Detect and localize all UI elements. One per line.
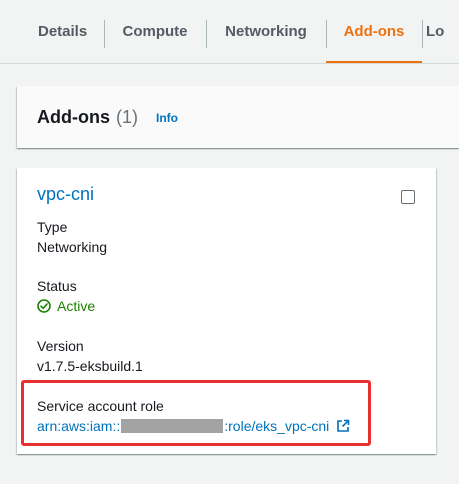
status-label: Status [37, 278, 77, 294]
status-value: Active [37, 297, 95, 315]
check-circle-icon [37, 299, 51, 313]
role-arn-prefix: arn:aws:iam:: [37, 418, 121, 434]
version-value: v1.7.5-eksbuild.1 [37, 358, 143, 374]
tab-compute[interactable]: Compute [104, 0, 206, 63]
panel-title: Add-ons [37, 106, 110, 127]
tab-logging[interactable]: Lo [422, 0, 459, 63]
status-text: Active [57, 298, 96, 314]
service-account-role-link[interactable]: arn:aws:iam:: :role/eks_vpc-cni [37, 417, 350, 435]
tab-compute-label: Compute [122, 23, 188, 40]
tab-add-ons-label: Add-ons [343, 23, 405, 40]
version-field: Version v1.7.5-eksbuild.1 [37, 337, 143, 375]
tab-divider [206, 20, 207, 48]
version-label: Version [37, 338, 84, 354]
tab-networking[interactable]: Networking [206, 0, 326, 63]
addon-card: vpc-cni Type Networking Status Active Ve… [17, 168, 436, 454]
external-link-icon [336, 419, 350, 433]
type-field: Type Networking [37, 218, 107, 256]
service-account-role-field: Service account role arn:aws:iam:: :role… [37, 397, 350, 435]
tab-details-label: Details [38, 23, 88, 40]
type-value: Networking [37, 239, 108, 255]
redacted-account-id [121, 419, 224, 433]
type-label: Type [37, 219, 68, 235]
tab-add-ons[interactable]: Add-ons [326, 0, 422, 63]
tab-logging-label: Lo [426, 23, 445, 40]
add-ons-panel-header: Add-ons (1) Info [17, 86, 459, 148]
status-field: Status Active [37, 277, 95, 315]
role-arn-suffix: :role/eks_vpc-cni [224, 418, 330, 434]
addon-name-link[interactable]: vpc-cni [37, 184, 94, 205]
tab-divider [326, 20, 327, 48]
service-account-role-label: Service account role [37, 398, 164, 414]
tab-divider [422, 20, 423, 48]
tab-details[interactable]: Details [0, 0, 104, 63]
tab-bar: Details Compute Networking Add-ons Lo [0, 0, 459, 64]
tab-divider [104, 20, 105, 48]
tab-networking-label: Networking [225, 23, 307, 40]
panel-count: (1) [115, 106, 138, 127]
addon-select-checkbox[interactable] [401, 190, 415, 204]
info-link[interactable]: Info [156, 111, 178, 125]
